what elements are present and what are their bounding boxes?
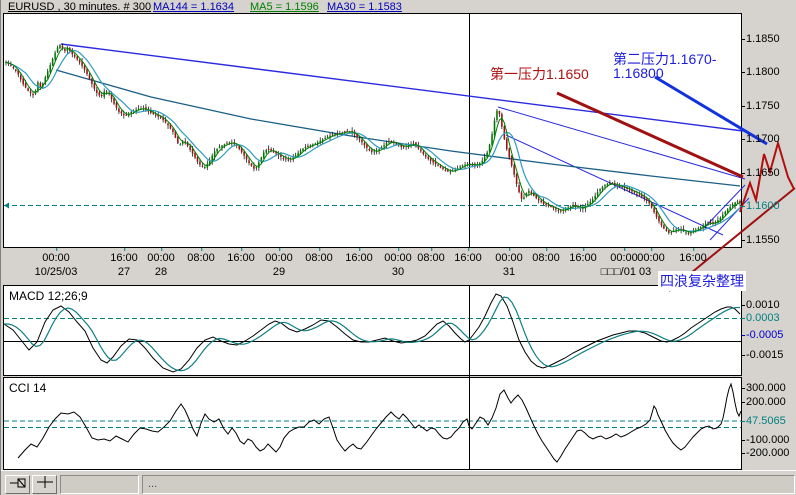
macd-axis-label: -0.0005 bbox=[740, 329, 784, 341]
date-axis-label: 28 bbox=[154, 266, 168, 278]
current-price-label: 1.1600 bbox=[741, 200, 780, 212]
status-bar: ... bbox=[1, 470, 796, 495]
cci-axis-label: 200.000 bbox=[741, 396, 786, 408]
time-axis-label: 16:00 bbox=[569, 248, 597, 264]
chart-title: EURUSD , 30 minutes. # 300 bbox=[8, 1, 152, 13]
date-axis-label: 30 bbox=[391, 266, 405, 278]
macd-axis-label: 0.0003 bbox=[741, 312, 780, 324]
time-axis-label: 00:00 bbox=[147, 248, 175, 264]
date-axis-label: □□□/01 03 bbox=[600, 266, 652, 278]
cci-axis-label: -100.000 bbox=[740, 434, 790, 446]
price-axis-label: 1.1650 bbox=[741, 167, 780, 179]
pin-icon bbox=[9, 475, 27, 494]
time-axis-label: 00:00 bbox=[265, 248, 293, 264]
price-axis-label: 1.1550 bbox=[741, 234, 780, 246]
macd-axis-label: -0.0015 bbox=[740, 349, 784, 361]
time-axis-label: 00:00 bbox=[637, 248, 665, 264]
cci-panel[interactable] bbox=[3, 377, 742, 470]
date-axis-label: 27 bbox=[117, 266, 131, 278]
cci-current-value-label: 47.5065 bbox=[741, 415, 786, 427]
crosshair-icon bbox=[36, 475, 54, 494]
cci-axis-label: 300.000 bbox=[741, 382, 786, 394]
cci-indicator-label: CCI 14 bbox=[9, 381, 47, 395]
time-axis-label: 16:00 bbox=[454, 248, 482, 264]
cci-axis-label: -200.000 bbox=[740, 447, 790, 459]
time-axis-label: 16:00 bbox=[679, 248, 707, 264]
time-axis-label: 08:00 bbox=[532, 248, 560, 264]
price-axis-label: 1.1850 bbox=[741, 33, 780, 45]
second-resistance-annotation-line2: 1.16800 bbox=[613, 65, 664, 81]
ma30-value-label: MA30 = 1.1583 bbox=[327, 1, 402, 13]
status-panel-empty bbox=[60, 475, 139, 494]
wave-note-annotation: 四浪复杂整理 bbox=[658, 271, 746, 291]
time-axis-label: 16:00 bbox=[345, 248, 373, 264]
time-axis-label: 00:00 bbox=[610, 248, 638, 264]
time-axis-label: 00:00 bbox=[495, 248, 523, 264]
ma5-value-label: MA5 = 1.1596 bbox=[250, 1, 319, 13]
time-axis-label: 16:00 bbox=[227, 248, 255, 264]
first-resistance-annotation: 第一压力1.1650 bbox=[490, 66, 589, 82]
macd-panel[interactable] bbox=[3, 285, 742, 376]
time-axis-label: 16:00 bbox=[110, 248, 138, 264]
status-message-panel: ... bbox=[142, 475, 795, 494]
chart-application-window: EURUSD , 30 minutes. # 300 MA144 = 1.163… bbox=[0, 0, 796, 495]
price-axis-label: 1.1750 bbox=[741, 100, 780, 112]
pin-tool-button[interactable] bbox=[5, 475, 30, 494]
macd-indicator-label: MACD 12;26;9 bbox=[9, 289, 88, 303]
price-axis-label: 1.1800 bbox=[741, 66, 780, 78]
time-axis-label: 00:00 bbox=[384, 248, 412, 264]
ma144-value-label: MA144 = 1.1634 bbox=[153, 1, 235, 13]
time-axis-label: 08:00 bbox=[417, 248, 445, 264]
price-axis-label: 1.1700 bbox=[741, 133, 780, 145]
macd-axis-label: 0.0010 bbox=[741, 299, 780, 311]
time-axis-label: 08:00 bbox=[305, 248, 333, 264]
date-axis-label: 10/25/03 bbox=[34, 266, 78, 278]
time-axis-label: 08:00 bbox=[187, 248, 215, 264]
date-axis-label: 29 bbox=[272, 266, 286, 278]
time-axis-label: 00:00 bbox=[42, 248, 70, 264]
crosshair-tool-button[interactable] bbox=[32, 475, 57, 494]
date-axis-label: 31 bbox=[502, 266, 516, 278]
